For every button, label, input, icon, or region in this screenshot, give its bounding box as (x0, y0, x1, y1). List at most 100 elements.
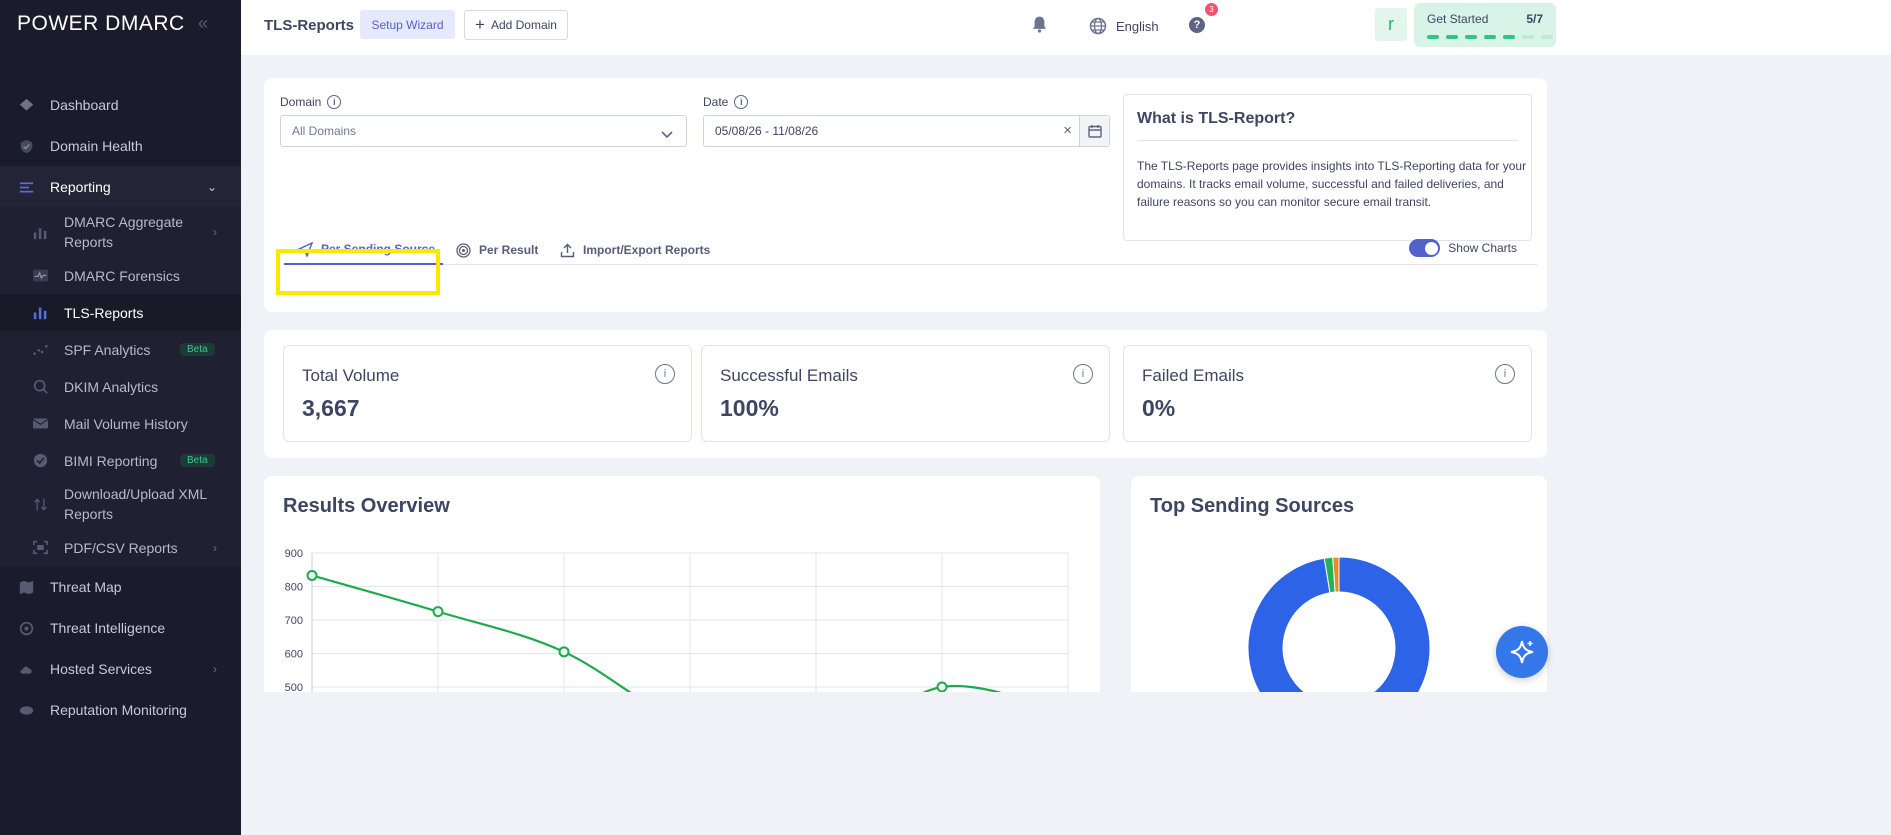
top-sending-sources-panel: Top Sending Sources (1131, 476, 1547, 692)
progress-segment (1522, 35, 1534, 39)
sidebar-item-reporting[interactable]: Reporting ⌄ (0, 166, 241, 207)
target-icon (456, 242, 471, 258)
data-point[interactable] (936, 681, 948, 692)
close-icon[interactable]: × (1063, 122, 1072, 139)
data-point[interactable] (558, 646, 570, 658)
sidebar-item-label: Domain Health (50, 137, 143, 154)
y-tick-label: 700 (285, 615, 303, 627)
data-point[interactable] (432, 606, 444, 618)
info-icon[interactable]: i (1495, 364, 1515, 384)
chevron-right-icon: › (213, 225, 217, 239)
get-started-label: Get Started (1427, 12, 1489, 26)
language-selector[interactable]: English (1089, 17, 1159, 35)
tab-per-result[interactable]: Per Result (456, 235, 538, 265)
powerdmarc-logo[interactable]: POWER DMARC (17, 12, 185, 36)
page-title: TLS-Reports (264, 17, 354, 34)
info-icon[interactable]: i (327, 95, 342, 109)
sidebar-item-label: Reputation Monitoring (50, 701, 187, 718)
sidebar-item-reputation-monitoring[interactable]: Reputation Monitoring (0, 689, 241, 730)
map-icon (19, 580, 34, 595)
tab-import-export-reports[interactable]: Import/Export Reports (560, 235, 710, 265)
chevron-right-icon: › (213, 540, 217, 555)
sidebar-nav: Dashboard Domain Health Reporting ⌄ DMAR… (0, 84, 241, 730)
show-charts-toggle[interactable]: Show Charts (1409, 239, 1517, 257)
sidebar: POWER DMARC « Dashboard Domain Health Re… (0, 0, 241, 835)
arrows-updown-icon (34, 498, 47, 510)
sidebar-item-dmarc-aggregate[interactable]: DMARC Aggregate Reports › (0, 207, 241, 257)
sidebar-item-spf-analytics[interactable]: SPF Analytics Beta (0, 331, 241, 368)
results-overview-panel: 500 600 700 800 900 Results Overview (264, 476, 1100, 692)
sidebar-item-threat-map[interactable]: Threat Map (0, 566, 241, 607)
help-card-title: What is TLS-Report? (1137, 110, 1296, 127)
tab-label: Import/Export Reports (583, 243, 711, 257)
toggle-switch[interactable] (1409, 239, 1441, 257)
sidebar-item-label: Download/Upload XML Reports (64, 486, 207, 522)
sidebar-item-label: Mail Volume History (64, 415, 188, 432)
sidebar-item-threat-intelligence[interactable]: Threat Intelligence (0, 607, 241, 648)
progress-segment (1427, 35, 1439, 39)
sidebar-item-domain-health[interactable]: Domain Health (0, 125, 241, 166)
sidebar-item-tls-reports[interactable]: TLS-Reports (0, 294, 241, 331)
y-tick-label: 500 (285, 682, 303, 692)
sidebar-item-dashboard[interactable]: Dashboard (0, 84, 241, 125)
sidebar-item-label: Hosted Services (50, 660, 152, 677)
pulse-icon (33, 269, 48, 282)
mail-icon (32, 418, 49, 429)
sidebar-item-pdf-csv-reports[interactable]: PDF/CSV Reports › (0, 529, 241, 566)
y-tick-label: 900 (285, 548, 303, 560)
sidebar-item-label: BIMI Reporting (64, 452, 158, 469)
stat-card-successful-emails: Successful Emails 100% i (701, 345, 1110, 442)
stat-value: 100% (720, 395, 779, 421)
sidebar-item-label: Dashboard (50, 96, 119, 113)
topbar: TLS-Reports Setup Wizard + Add Domain En… (241, 0, 1891, 55)
pie-slice[interactable] (1247, 556, 1431, 692)
sidebar-item-hosted-services[interactable]: Hosted Services › (0, 648, 241, 689)
progress-segment (1446, 35, 1458, 39)
stat-title: Failed Emails (1142, 366, 1245, 385)
setup-wizard-button[interactable]: Setup Wizard (360, 10, 455, 39)
sidebar-item-mail-volume-history[interactable]: Mail Volume History (0, 405, 241, 442)
progress-segment (1503, 35, 1515, 39)
globe-icon (1089, 17, 1107, 35)
help-card-text: The TLS-Reports page provides insights i… (1137, 159, 1527, 209)
info-icon[interactable]: i (734, 95, 749, 109)
date-label: Date i (703, 95, 749, 109)
sidebar-item-dkim-analytics[interactable]: DKIM Analytics (0, 368, 241, 405)
diamond-icon (19, 98, 34, 111)
results-overview-title: Results Overview (283, 495, 450, 517)
sidebar-item-bimi-reporting[interactable]: BIMI Reporting Beta (0, 442, 241, 479)
calendar-button[interactable] (1079, 116, 1109, 146)
eye-icon (19, 706, 34, 715)
date-label-text: Date (703, 95, 729, 109)
sidebar-item-label: TLS-Reports (64, 304, 144, 321)
info-icon[interactable]: i (1073, 364, 1093, 384)
collapse-sidebar-icon[interactable]: « (198, 13, 208, 34)
divider (1137, 140, 1518, 141)
language-label: English (1116, 18, 1159, 34)
domain-select[interactable]: All Domains (280, 115, 687, 147)
sidebar-item-dmarc-forensics[interactable]: DMARC Forensics (0, 257, 241, 294)
sidebar-item-label: DKIM Analytics (64, 378, 159, 395)
domain-select-value: All Domains (292, 124, 357, 138)
date-range-input[interactable]: 05/08/26 - 11/08/26 × (703, 115, 1110, 147)
date-range-value: 05/08/26 - 11/08/26 (715, 124, 819, 138)
domain-label-text: Domain (280, 95, 322, 109)
data-point[interactable] (306, 569, 318, 581)
sidebar-item-download-upload-xml[interactable]: Download/Upload XML Reports (0, 479, 241, 529)
stat-value: 3,667 (302, 395, 360, 421)
bell-icon[interactable] (1031, 15, 1048, 33)
avatar[interactable]: r (1375, 8, 1407, 41)
tab-highlight-box (276, 249, 440, 295)
info-icon[interactable]: i (655, 364, 675, 384)
progress-segment (1484, 35, 1496, 39)
progress-segment (1541, 35, 1553, 39)
get-started-widget[interactable]: Get Started 5/7 (1414, 3, 1556, 47)
sidebar-item-label: DMARC Aggregate Reports (64, 214, 184, 250)
help-icon[interactable]: ? (1189, 17, 1205, 33)
ai-assistant-button[interactable] (1496, 626, 1548, 678)
get-started-count: 5/7 (1526, 12, 1543, 26)
search-icon (33, 379, 48, 394)
add-domain-button[interactable]: + Add Domain (464, 10, 568, 40)
reporting-submenu: DMARC Aggregate Reports › DMARC Forensic… (0, 207, 241, 566)
stat-card-failed-emails: Failed Emails 0% i (1123, 345, 1532, 442)
